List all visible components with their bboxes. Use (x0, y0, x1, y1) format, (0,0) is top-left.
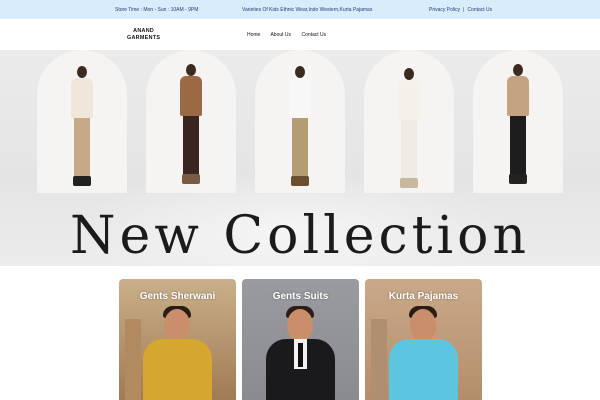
link-separator: | (463, 7, 465, 13)
nav-home[interactable]: Home (247, 32, 260, 38)
nav-menu: Home About Us Contact Us (247, 32, 335, 38)
background-pillar (125, 319, 141, 400)
card-label: Gents Suits (272, 291, 329, 302)
model-photo-2 (146, 50, 236, 193)
main-navbar: ANAND GARMENTS Home About Us Contact Us (0, 19, 600, 50)
nav-about-us[interactable]: About Us (270, 32, 291, 38)
nav-contact-us[interactable]: Contact Us (301, 32, 326, 38)
variety-text: Varieties Of Kids Ethnic Wear,Indo Weste… (242, 7, 373, 13)
model-head (410, 309, 436, 341)
background-pillar (371, 319, 387, 400)
model-outfit (389, 339, 458, 400)
model-photo-1 (37, 50, 127, 193)
privacy-policy-link[interactable]: Privacy Policy (429, 7, 460, 13)
model-outfit (143, 339, 212, 400)
category-card-sherwani[interactable]: Gents Sherwani (119, 279, 236, 400)
brand-logo[interactable]: ANAND GARMENTS (127, 28, 160, 41)
model-head (164, 309, 190, 341)
top-info-bar: Store Time : Mon - Sun : 10AM - 9PM Vari… (0, 0, 600, 19)
model-photo-4 (364, 50, 454, 193)
card-label: Kurta Pajamas (388, 291, 459, 302)
category-card-kurta[interactable]: Kurta Pajamas (365, 279, 482, 400)
model-photo-5 (473, 50, 563, 193)
store-time-text: Store Time : Mon - Sun : 10AM - 9PM (115, 7, 199, 13)
logo-line-2: GARMENTS (127, 34, 161, 41)
top-links: Privacy Policy | Contact Us (429, 7, 492, 13)
model-photo-3 (255, 50, 345, 193)
hero-title: New Collection (70, 206, 530, 266)
model-head (287, 309, 313, 341)
category-card-suits[interactable]: Gents Suits (242, 279, 359, 400)
card-label: Gents Sherwani (139, 291, 216, 302)
logo-line-1: ANAND (133, 28, 155, 34)
contact-us-top-link[interactable]: Contact Us (467, 7, 492, 13)
